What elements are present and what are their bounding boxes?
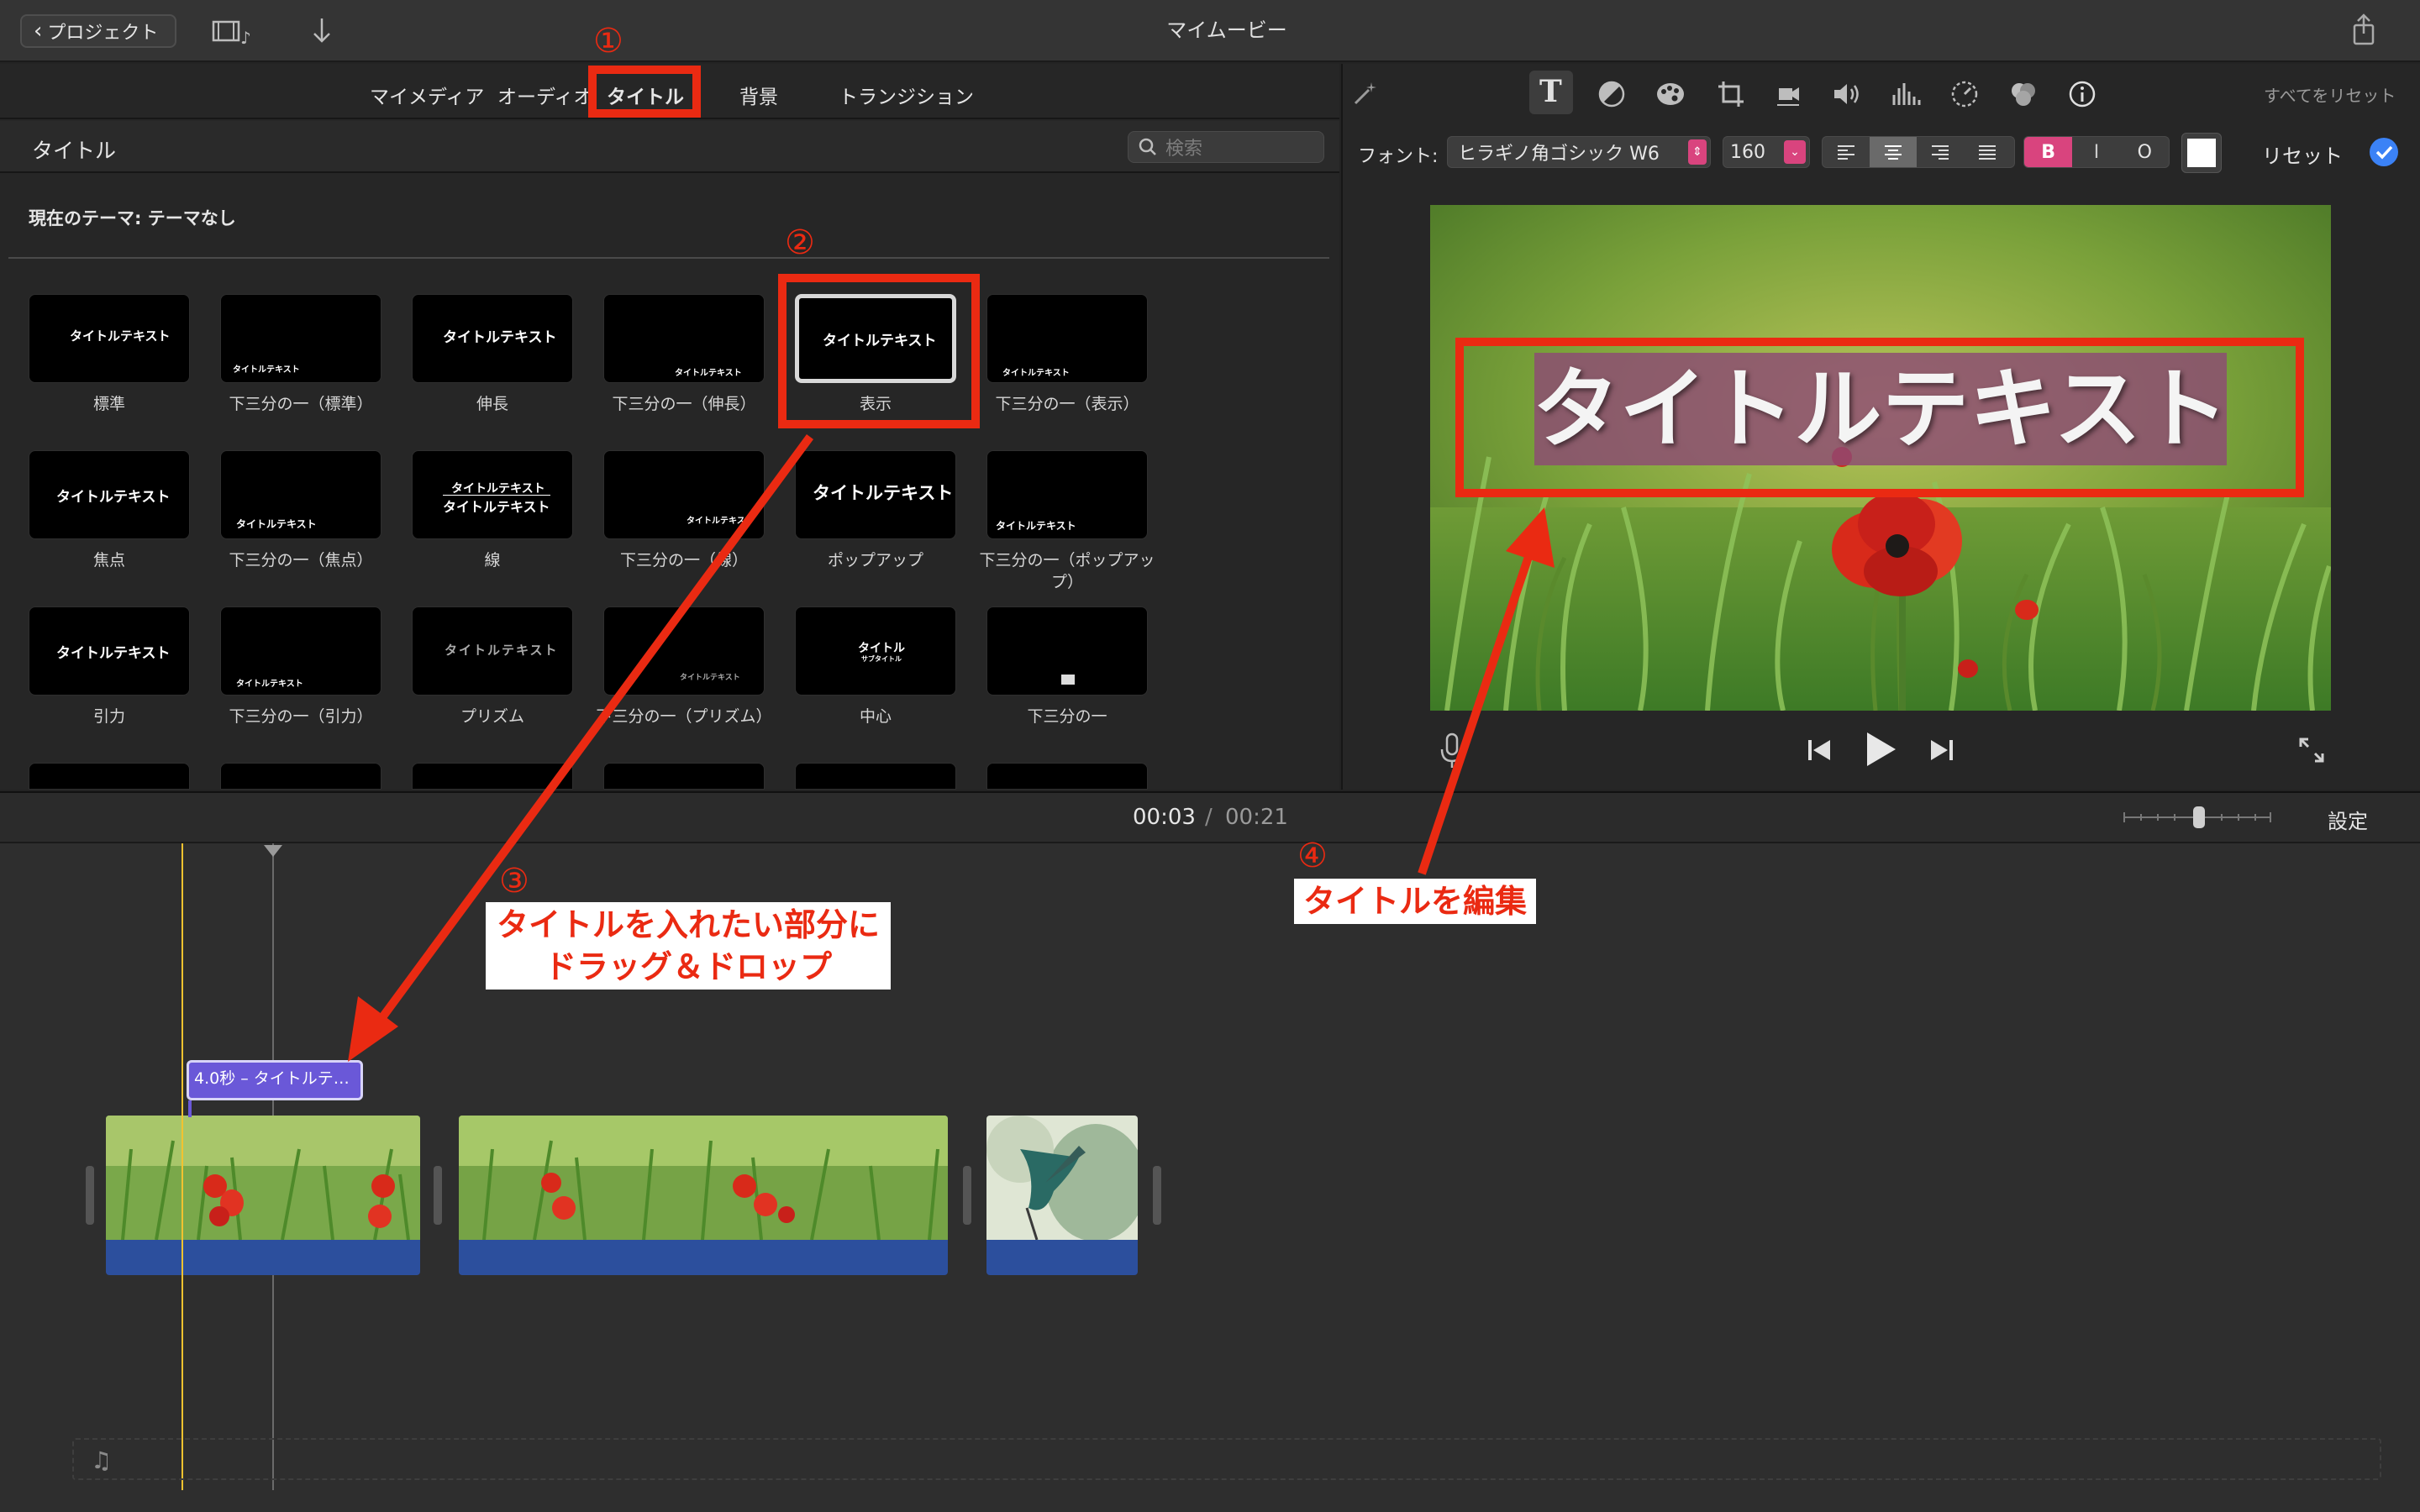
annotation-arrows bbox=[348, 434, 1555, 1062]
